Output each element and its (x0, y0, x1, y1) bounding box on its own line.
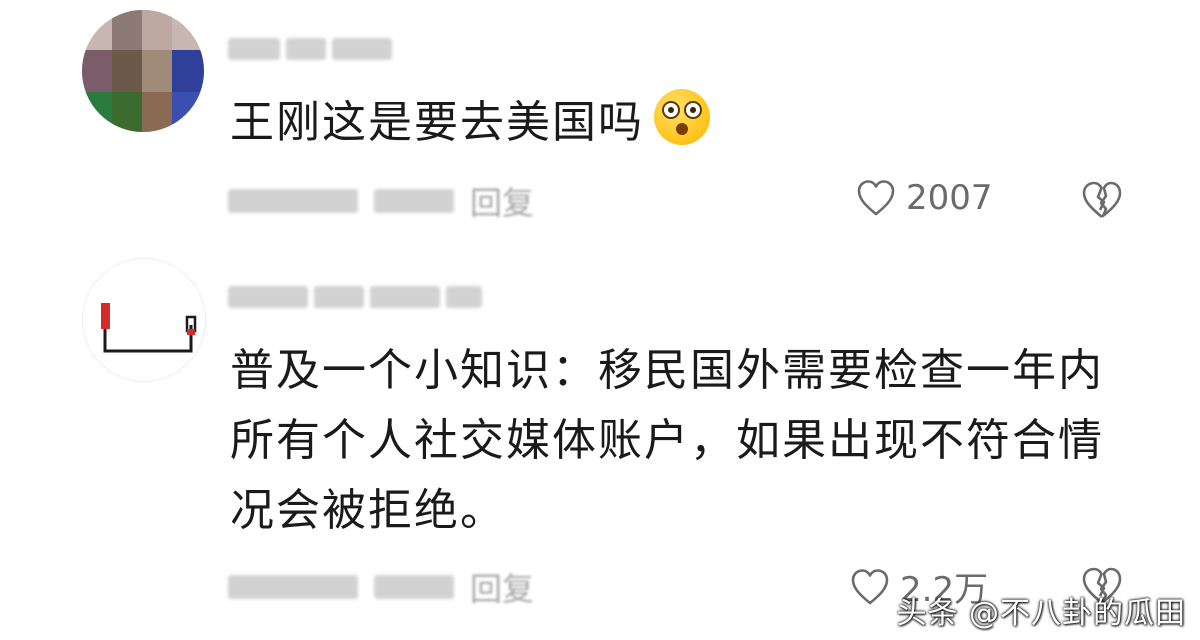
comment-item: 普及一个小知识：移民国外需要检查一年内所有个人社交媒体账户，如果出现不符合情况会… (0, 250, 1200, 640)
username[interactable] (228, 36, 392, 62)
comment-text-content: 普及一个小知识：移民国外需要检查一年内所有个人社交媒体账户，如果出现不符合情况会… (230, 345, 1104, 536)
astonished-face-emoji-icon (654, 89, 710, 145)
reply-button[interactable]: 回复 (470, 564, 534, 610)
avatar[interactable] (82, 10, 204, 132)
heart-icon (857, 180, 895, 216)
comment-text-content: 王刚这是要去美国吗 (230, 97, 644, 148)
location (374, 575, 454, 599)
heart-icon (851, 568, 889, 604)
comment-meta: 回复 (228, 184, 534, 222)
comment-text: 普及一个小知识：移民国外需要检查一年内所有个人社交媒体账户，如果出现不符合情况会… (230, 336, 1110, 546)
like-count: 2007 (906, 178, 993, 218)
timestamp (228, 189, 358, 213)
comment-meta: 回复 (228, 570, 534, 608)
username[interactable] (228, 284, 482, 310)
avatar-logo-icon (83, 259, 205, 381)
comment-list: 王刚这是要去美国吗 回复 2007 普及一个小知识：移民国外需要检查一年内所有个… (0, 0, 1200, 640)
timestamp (228, 575, 358, 599)
like-button[interactable]: 2007 (856, 178, 993, 218)
broken-heart-icon[interactable] (1080, 180, 1124, 220)
watermark: 头条 @不八卦的瓜田 (896, 596, 1186, 631)
avatar[interactable] (82, 258, 206, 382)
comment-text: 王刚这是要去美国吗 (230, 88, 750, 158)
reply-button[interactable]: 回复 (470, 178, 534, 224)
location (374, 189, 454, 213)
comment-item: 王刚这是要去美国吗 回复 2007 (0, 0, 1200, 250)
